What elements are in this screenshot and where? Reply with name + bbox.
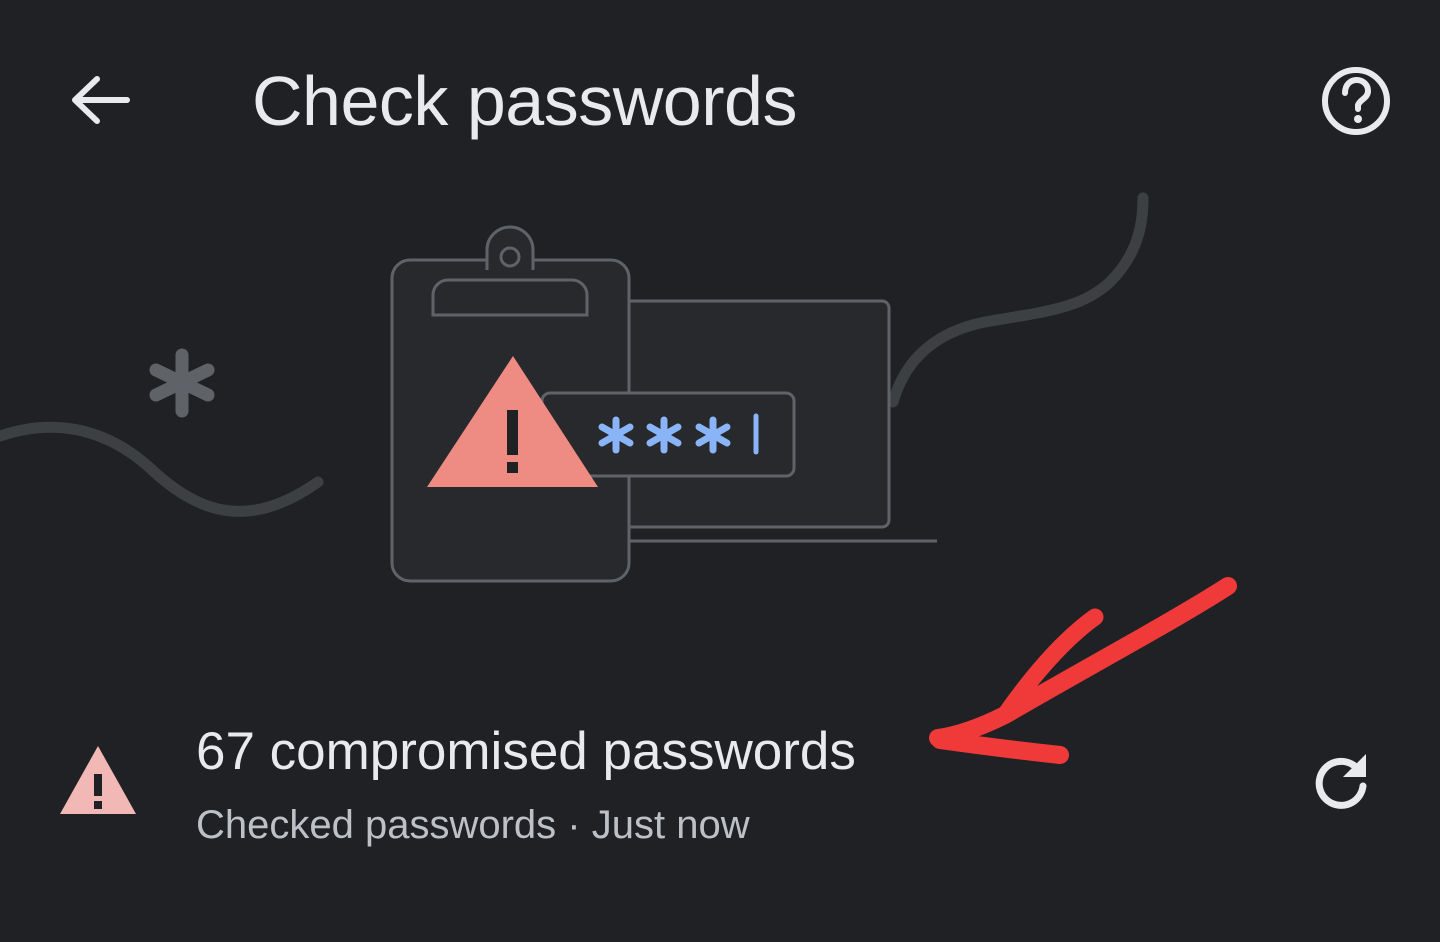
warning-triangle-icon: [60, 746, 136, 814]
page-title: Check passwords: [252, 62, 797, 140]
password-check-illustration: [0, 192, 1149, 583]
arrow-back-icon: [72, 76, 130, 124]
back-button[interactable]: [50, 50, 150, 150]
refresh-button[interactable]: [1295, 735, 1387, 827]
help-button[interactable]: [1305, 50, 1407, 152]
compromised-count-title: 67 compromised passwords: [196, 722, 856, 781]
last-checked-subtitle: Checked passwords · Just now: [196, 803, 750, 847]
refresh-icon: [1315, 754, 1367, 809]
help-circle-icon: [1322, 67, 1390, 135]
decorative-squiggle-right: [887, 192, 1149, 408]
decorative-squiggle-left: [0, 421, 324, 517]
asterisk-decoration: [149, 348, 215, 418]
